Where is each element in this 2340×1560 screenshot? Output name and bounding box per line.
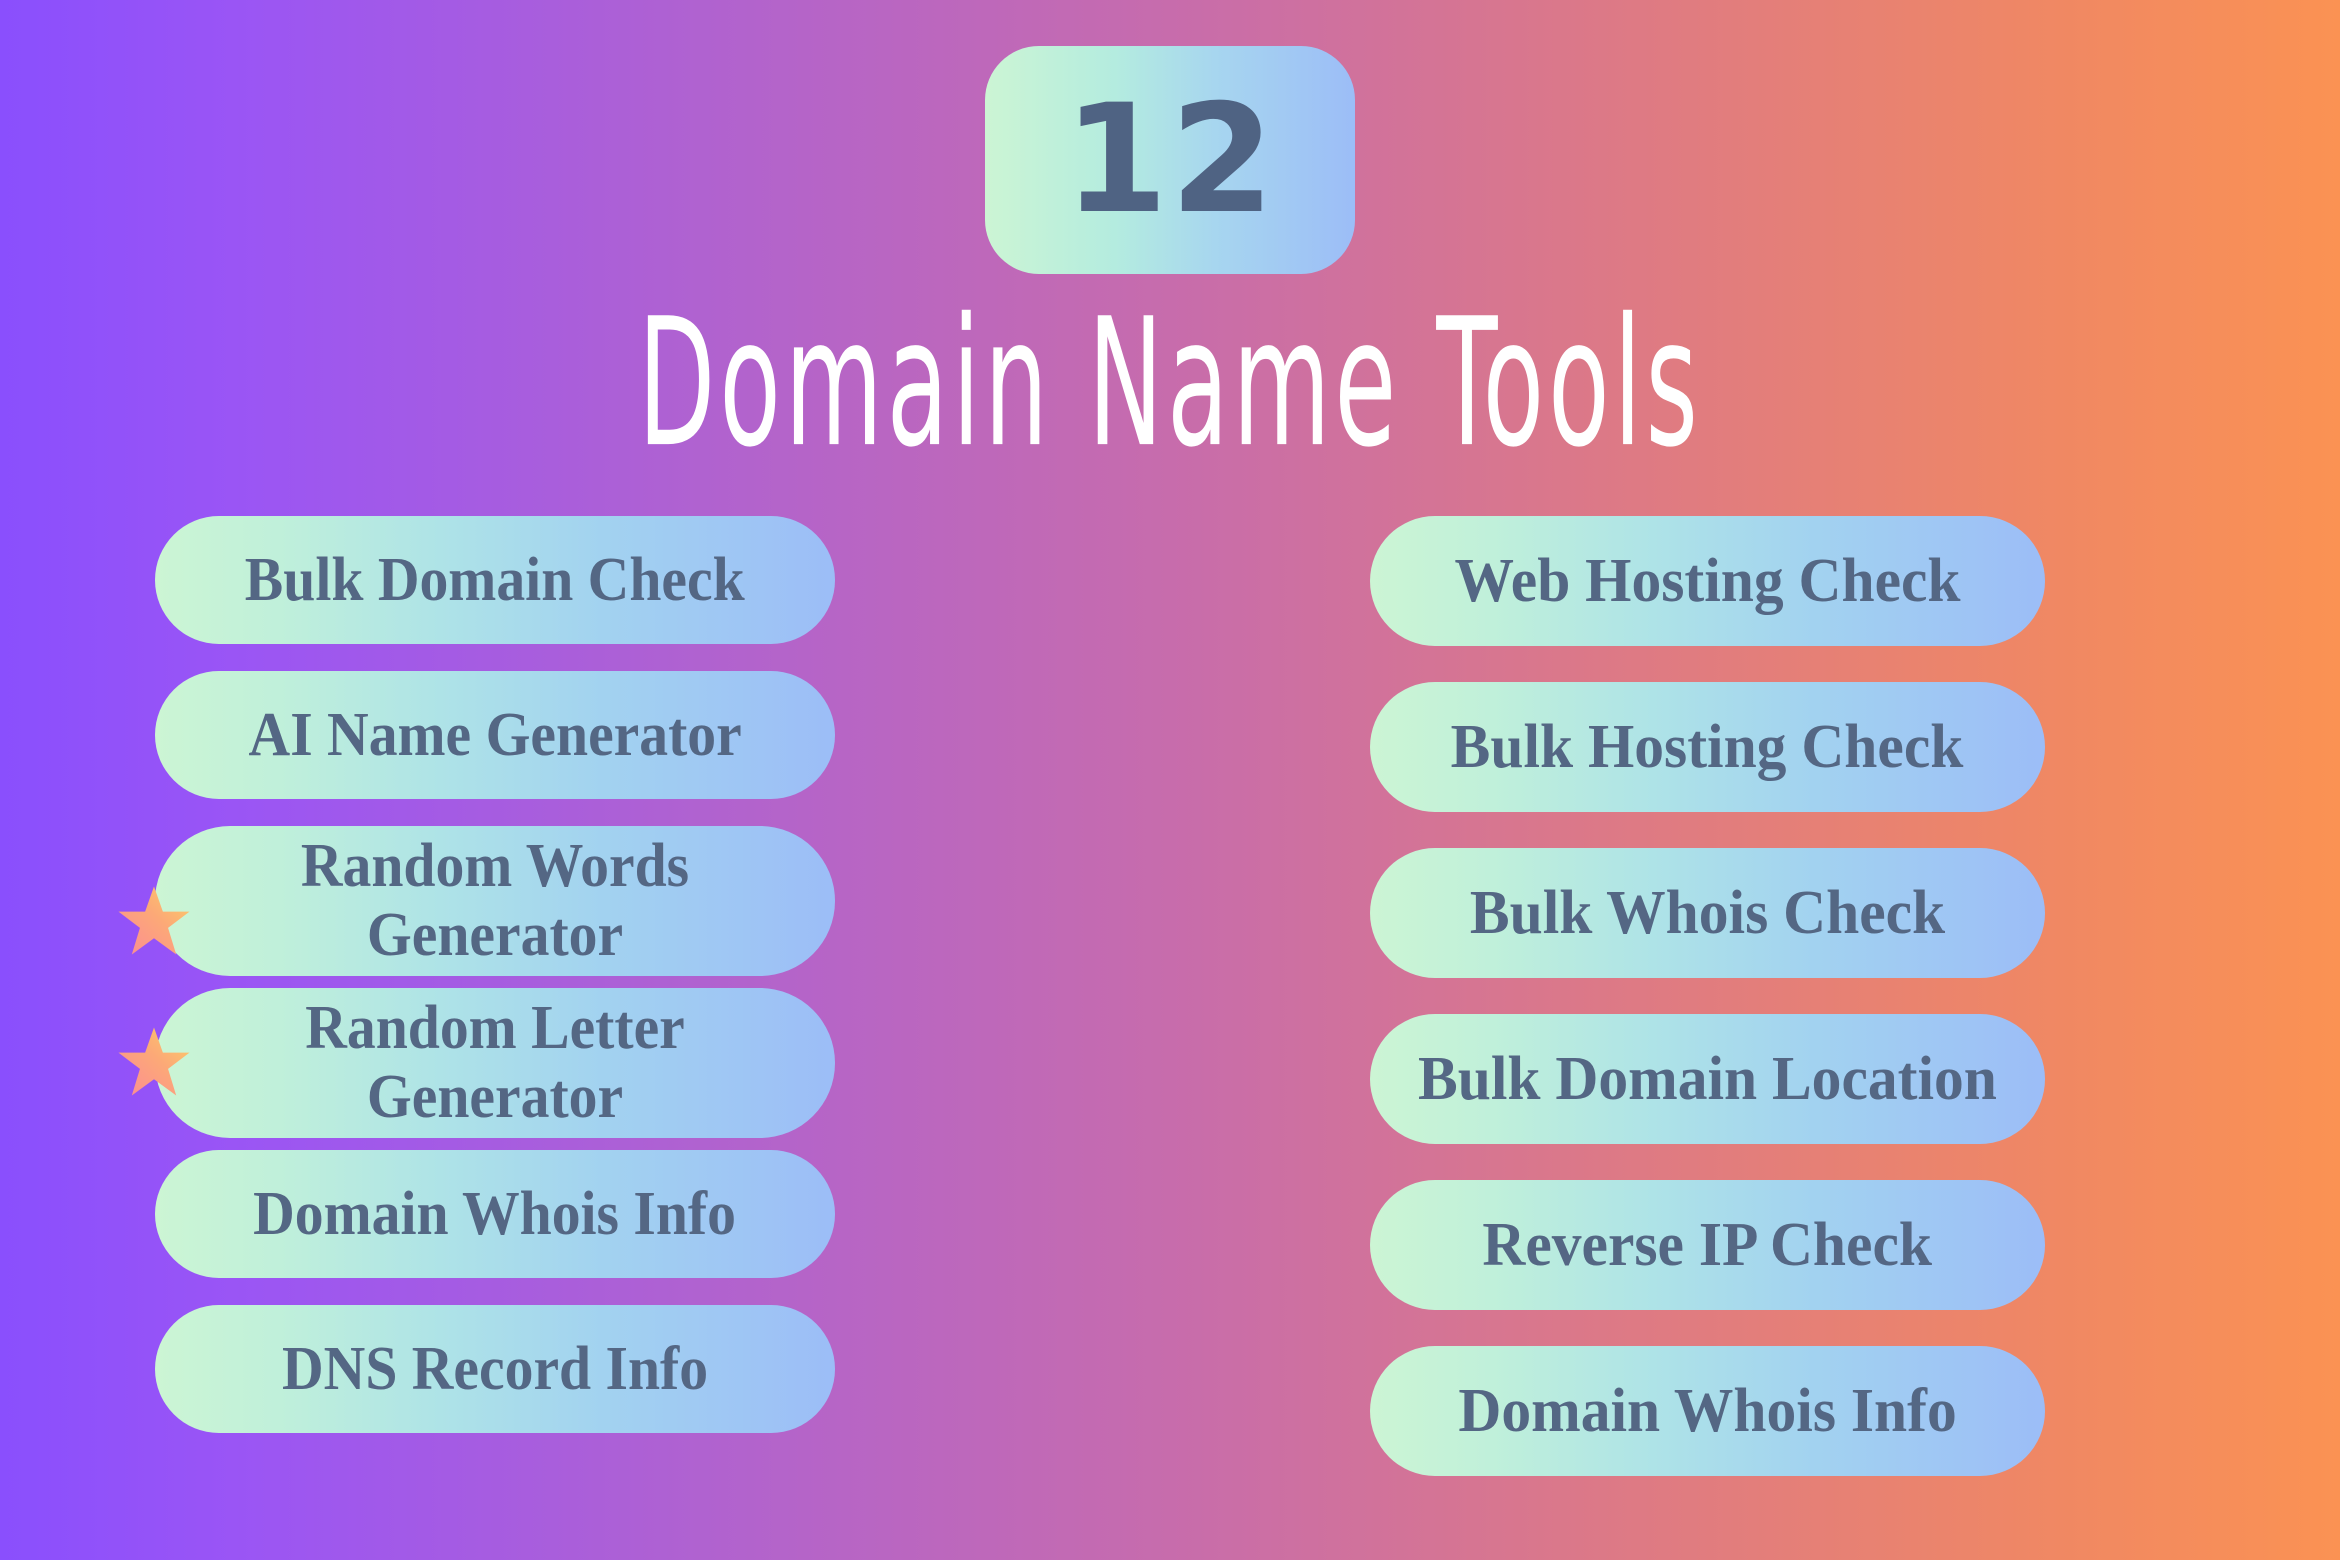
tool-pill-label: Domain Whois Info bbox=[253, 1180, 737, 1248]
count-badge: 12 bbox=[985, 46, 1355, 274]
tool-pill[interactable]: Bulk Domain Check bbox=[155, 516, 835, 644]
tool-pill-label: DNS Record Info bbox=[281, 1335, 709, 1403]
tool-pill[interactable]: Web Hosting Check bbox=[1370, 516, 2045, 646]
tool-pill[interactable]: Bulk Hosting Check bbox=[1370, 682, 2045, 812]
tool-pill[interactable]: Random Words Generator bbox=[118, 826, 835, 976]
tool-pill[interactable]: Domain Whois Info bbox=[155, 1150, 835, 1278]
tool-pill[interactable]: Random Letter Generator bbox=[118, 988, 835, 1138]
tool-pill-label: Bulk Hosting Check bbox=[1451, 713, 1964, 781]
tool-pill-label: AI Name Generator bbox=[248, 701, 742, 769]
tool-pill[interactable]: Bulk Domain Location bbox=[1370, 1014, 2045, 1144]
tool-pill[interactable]: AI Name Generator bbox=[155, 671, 835, 799]
tool-pill-label: Web Hosting Check bbox=[1454, 547, 1961, 615]
tool-pill[interactable]: Reverse IP Check bbox=[1370, 1180, 2045, 1310]
page-title: Domain Name Tools bbox=[638, 281, 1702, 487]
page-header: 12 Domain Name Tools bbox=[0, 0, 2340, 477]
tool-pill-label: Bulk Domain Location bbox=[1418, 1045, 1997, 1113]
tool-column-right: Web Hosting Check Bulk Hosting Check Bulk … bbox=[1370, 516, 2045, 1512]
tool-pill-label: Bulk Whois Check bbox=[1469, 879, 1946, 947]
tool-pill-label: Bulk Domain Check bbox=[245, 546, 745, 614]
tool-pill-label: Reverse IP Check bbox=[1482, 1211, 1933, 1279]
tool-pill-label: Domain Whois Info bbox=[1458, 1377, 1957, 1445]
tool-pill[interactable]: DNS Record Info bbox=[155, 1305, 835, 1433]
tool-pill-label: Random Letter Generator bbox=[305, 993, 685, 1131]
tool-columns: Bulk Domain Check AI Name Generator Random… bbox=[0, 516, 2340, 1512]
tool-pill-label: Random Words Generator bbox=[300, 831, 690, 969]
tool-pill[interactable]: Domain Whois Info bbox=[1370, 1346, 2045, 1476]
tool-column-left: Bulk Domain Check AI Name Generator Random… bbox=[118, 516, 835, 1512]
tool-pill[interactable]: Bulk Whois Check bbox=[1370, 848, 2045, 978]
